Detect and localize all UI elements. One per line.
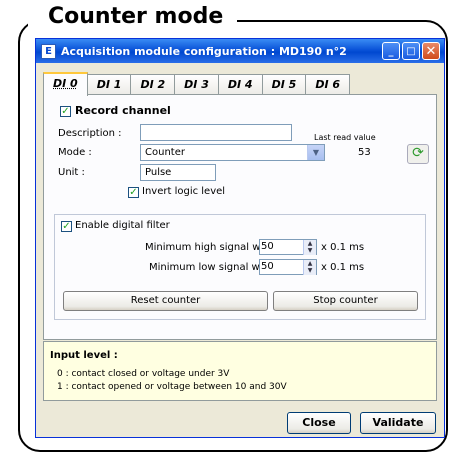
- close-button[interactable]: Close: [287, 412, 351, 434]
- invert-logic-checkbox[interactable]: ✓: [128, 187, 139, 198]
- record-channel-checkbox[interactable]: ✓: [60, 106, 71, 117]
- input-level-line1: 1 : contact opened or voltage between 10…: [57, 382, 287, 392]
- maximize-icon[interactable]: □: [402, 42, 420, 60]
- tab-di5[interactable]: DI 5: [261, 74, 307, 95]
- min-high-unit: x 0.1 ms: [321, 242, 365, 253]
- last-read-value: 53: [358, 147, 371, 158]
- config-window: E Acquisition module configuration : MD1…: [35, 38, 445, 438]
- min-low-input[interactable]: 50 ▲ ▼: [259, 259, 317, 275]
- channel-panel: ✓ Record channel Description : Mode : Co…: [43, 94, 437, 340]
- title-bar[interactable]: E Acquisition module configuration : MD1…: [36, 39, 444, 63]
- last-read-label: Last read value: [314, 133, 376, 142]
- digital-filter-group: ✓ Enable digital filter Minimum high sig…: [54, 214, 426, 320]
- description-input[interactable]: [140, 124, 292, 141]
- tab-di2[interactable]: DI 2: [130, 74, 176, 95]
- close-icon[interactable]: ✕: [422, 42, 440, 60]
- record-channel-label: Record channel: [75, 104, 171, 117]
- tab-di6[interactable]: DI 6: [305, 74, 351, 95]
- mode-select[interactable]: Counter ▼: [140, 144, 325, 161]
- min-low-unit: x 0.1 ms: [321, 262, 365, 273]
- page-heading: Counter mode: [28, 2, 238, 32]
- app-icon: E: [41, 43, 56, 59]
- mode-value: Counter: [145, 147, 185, 158]
- mode-label: Mode :: [58, 147, 92, 158]
- tab-di4[interactable]: DI 4: [217, 74, 263, 95]
- chevron-down-icon[interactable]: ▼: [307, 145, 324, 160]
- tab-di3[interactable]: DI 3: [174, 74, 219, 95]
- channel-tabs: DI 0 DI 1 DI 2 DI 3 DI 4 DI 5 DI 6: [43, 72, 351, 96]
- min-low-spinner[interactable]: ▲ ▼: [303, 260, 316, 275]
- invert-logic-label: Invert logic level: [142, 186, 226, 197]
- stop-counter-button[interactable]: Stop counter: [273, 291, 418, 311]
- minimize-icon[interactable]: _: [382, 42, 400, 60]
- enable-filter-checkbox[interactable]: ✓: [61, 221, 72, 232]
- input-level-title: Input level :: [50, 350, 118, 361]
- min-high-value: 50: [261, 241, 274, 252]
- min-high-input[interactable]: 50 ▲ ▼: [259, 239, 317, 255]
- min-low-value: 50: [261, 261, 274, 272]
- window-title: Acquisition module configuration : MD190…: [61, 44, 347, 58]
- reset-counter-button[interactable]: Reset counter: [63, 291, 268, 311]
- min-high-spinner[interactable]: ▲ ▼: [303, 240, 316, 255]
- tab-di1[interactable]: DI 1: [86, 74, 132, 95]
- unit-label: Unit :: [58, 167, 85, 178]
- tab-di0[interactable]: DI 0: [43, 72, 88, 96]
- unit-input[interactable]: Pulse: [140, 164, 216, 181]
- validate-button[interactable]: Validate: [360, 412, 436, 434]
- description-label: Description :: [58, 128, 122, 139]
- input-level-line0: 0 : contact closed or voltage under 3V: [57, 369, 230, 379]
- input-level-info: Input level : 0 : contact closed or volt…: [43, 341, 437, 401]
- enable-filter-label: Enable digital filter: [75, 220, 170, 231]
- refresh-icon[interactable]: ⟳: [407, 144, 429, 164]
